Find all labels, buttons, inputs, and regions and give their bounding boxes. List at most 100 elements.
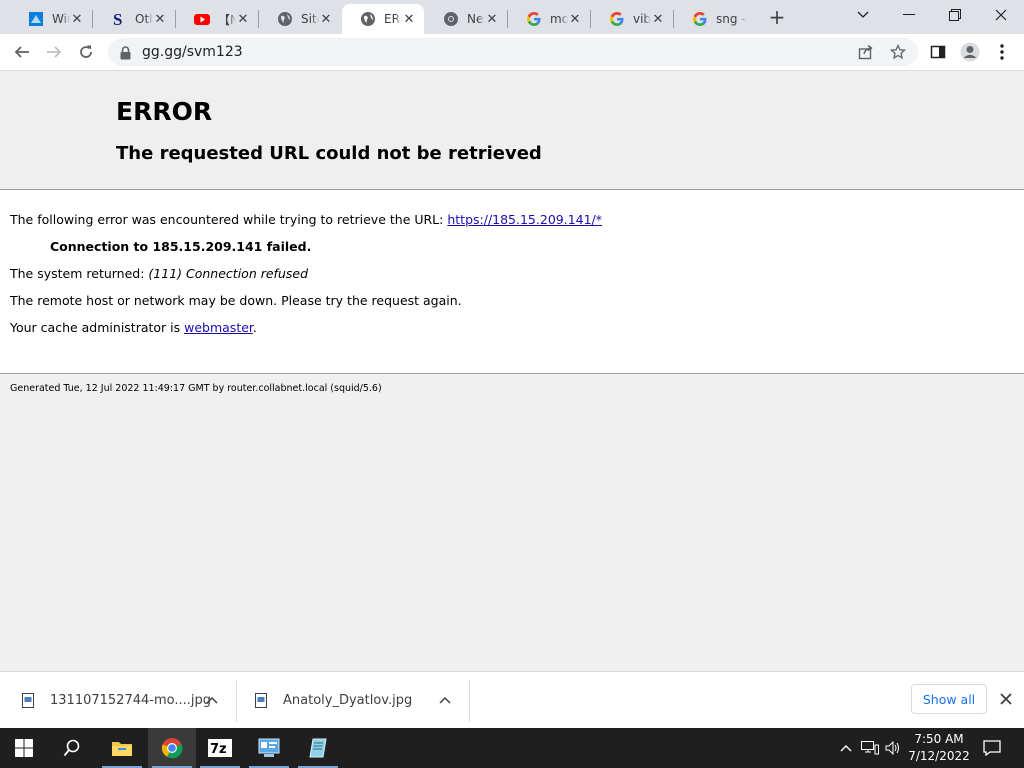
tab-other[interactable]: S Other ✕ — [93, 4, 175, 34]
cache-admin-text: Your cache administrator is webmaster. — [10, 320, 257, 335]
restore-button[interactable] — [932, 0, 978, 30]
browser-toolbar: gg.gg/svm123 — [0, 34, 1024, 71]
tab-search-button[interactable] — [840, 0, 886, 30]
restore-icon — [949, 9, 961, 21]
close-icon — [1000, 693, 1012, 705]
volume-button[interactable] — [884, 728, 902, 768]
close-tab-icon[interactable]: ✕ — [319, 12, 333, 27]
close-tab-icon[interactable]: ✕ — [70, 12, 84, 27]
svg-text:7z: 7z — [210, 742, 227, 757]
page-subtitle: The requested URL could not be retrieved — [116, 143, 542, 164]
tab-google-sng[interactable]: sng - Google — [674, 4, 756, 34]
start-icon — [15, 739, 33, 757]
tab-windows[interactable]: Windows ✕ — [10, 4, 92, 34]
share-icon[interactable] — [858, 44, 874, 64]
search-icon — [63, 739, 80, 757]
url-text[interactable]: gg.gg/svm123 — [142, 44, 243, 60]
tab-google-vibe[interactable]: vibe ✕ — [591, 4, 673, 34]
system-returned-text: The system returned: (111) Connection re… — [10, 266, 308, 281]
network-icon — [861, 741, 879, 755]
notification-icon — [983, 740, 1001, 756]
chrome-taskbar-button[interactable] — [148, 728, 196, 768]
tab-title: 【Ne — [218, 12, 236, 27]
image-file-icon — [255, 692, 269, 709]
tab-error[interactable]: ERROR ✕ — [342, 4, 424, 34]
windows-logo-icon — [28, 11, 44, 27]
notepad-taskbar-button[interactable] — [294, 728, 342, 768]
arrow-right-icon — [47, 46, 62, 58]
google-icon — [526, 11, 542, 27]
taskbar-clock[interactable]: 7:50 AM 7/12/2022 — [902, 731, 976, 765]
tab-strip: Windows ✕ S Other ✕ 【Ne ✕ Site ✕ ERROR ✕ — [0, 0, 1024, 34]
file-explorer-taskbar-button[interactable] — [98, 728, 146, 768]
tab-title: sng - Google — [716, 12, 748, 26]
arrow-left-icon — [14, 46, 29, 58]
side-panel-icon — [930, 45, 946, 59]
chevron-up-icon[interactable] — [439, 693, 451, 708]
show-hidden-icons-button[interactable] — [838, 728, 854, 768]
tab-title: New — [467, 12, 485, 26]
close-tab-icon[interactable]: ✕ — [651, 12, 665, 27]
profile-button[interactable] — [958, 40, 982, 64]
close-tab-icon[interactable]: ✕ — [485, 12, 499, 27]
speaker-icon — [885, 741, 899, 755]
7zip-taskbar-button[interactable]: 7z — [196, 728, 244, 768]
google-icon — [692, 11, 708, 27]
tab-youtube[interactable]: 【Ne ✕ — [176, 4, 258, 34]
close-tab-icon[interactable]: ✕ — [153, 12, 167, 27]
error-details: The following error was encountered whil… — [0, 190, 1024, 374]
clock-time: 7:50 AM — [914, 732, 964, 746]
new-tab-button[interactable]: + — [766, 6, 788, 28]
back-button[interactable] — [8, 38, 36, 66]
webmaster-link[interactable]: webmaster — [184, 320, 253, 335]
minimize-button[interactable] — [886, 0, 932, 30]
bookmark-star-icon[interactable] — [889, 43, 907, 64]
connection-failed-text: Connection to 185.15.209.141 failed. — [50, 239, 312, 254]
svg-text:S: S — [113, 11, 122, 27]
show-all-button[interactable]: Show all — [911, 684, 987, 714]
download-item[interactable]: Anatoly_Dyatlov.jpg — [255, 672, 465, 729]
reload-button[interactable] — [72, 38, 100, 66]
tab-title: vibe — [633, 12, 651, 26]
side-panel-button[interactable] — [926, 40, 950, 64]
taskbar-search-button[interactable] — [48, 728, 96, 768]
close-tab-icon[interactable]: ✕ — [402, 12, 416, 27]
page-title: ERROR — [116, 97, 213, 126]
tab-site[interactable]: Site ✕ — [259, 4, 341, 34]
address-bar[interactable]: gg.gg/svm123 — [108, 38, 918, 66]
file-explorer-icon — [112, 742, 132, 756]
globe-icon — [360, 11, 376, 27]
action-center-button[interactable] — [980, 728, 1004, 768]
tab-title: Site — [301, 12, 319, 26]
web-page: ERROR The requested URL could not be ret… — [0, 71, 1024, 671]
retry-hint-text: The remote host or network may be down. … — [10, 293, 462, 308]
forward-button[interactable] — [40, 38, 68, 66]
chevron-up-icon — [840, 745, 852, 752]
tab-title: Other — [135, 12, 153, 26]
download-bar: 131107152744-mo....jpg Anatoly_Dyatlov.j… — [0, 671, 1024, 729]
control-panel-taskbar-button[interactable] — [245, 728, 293, 768]
network-button[interactable] — [860, 728, 880, 768]
image-file-icon — [22, 692, 36, 709]
close-tab-icon[interactable]: ✕ — [236, 12, 250, 27]
start-button[interactable] — [0, 728, 48, 768]
error-header: ERROR The requested URL could not be ret… — [0, 71, 1024, 190]
notepad-icon — [309, 738, 327, 758]
download-item[interactable]: 131107152744-mo....jpg — [22, 672, 232, 729]
tab-google-mo[interactable]: mo ✕ — [508, 4, 590, 34]
failed-url-link[interactable]: https://185.15.209.141/* — [447, 212, 602, 227]
globe-icon — [277, 11, 293, 27]
tab-title: mo — [550, 12, 568, 26]
close-download-bar-button[interactable] — [996, 689, 1016, 709]
chevron-up-icon[interactable] — [206, 693, 218, 708]
google-icon — [609, 11, 625, 27]
close-tab-icon[interactable]: ✕ — [568, 12, 582, 27]
lock-icon[interactable] — [120, 45, 131, 64]
clock-date: 7/12/2022 — [908, 749, 970, 763]
close-window-button[interactable] — [978, 0, 1024, 30]
tab-new[interactable]: New ✕ — [425, 4, 507, 34]
chrome-icon — [161, 738, 183, 759]
menu-button[interactable] — [990, 40, 1014, 64]
windows-taskbar: 7z 7:50 AM 7/12/2022 — [0, 728, 1024, 768]
chrome-icon — [443, 11, 459, 27]
